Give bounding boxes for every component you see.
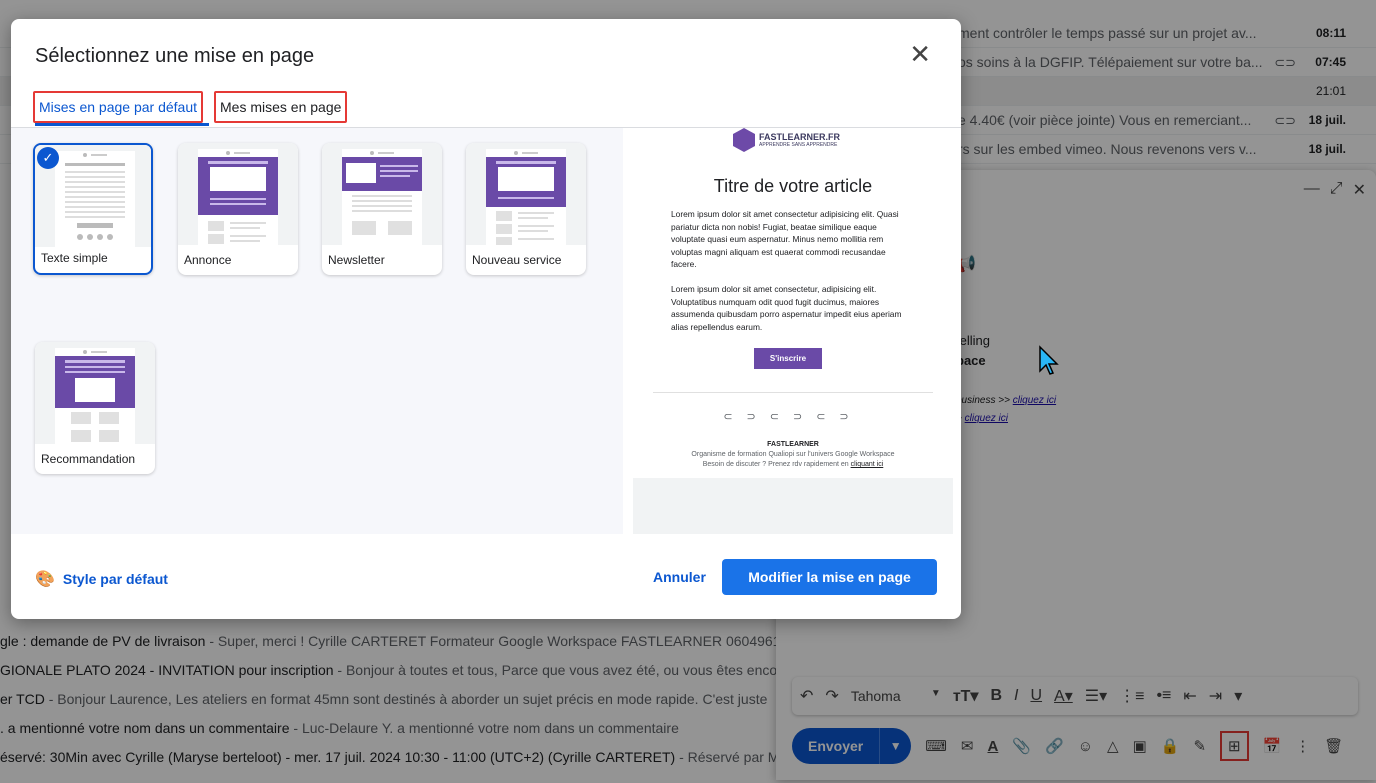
brand-line-1: FASTLEARNER.FR (759, 132, 840, 142)
link-icon: ⊂⊃ (723, 411, 770, 423)
cancel-button[interactable]: Annuler (653, 569, 706, 585)
preview-title: Titre de votre article (713, 176, 873, 196)
default-style-label: Style par défaut (62, 571, 168, 587)
brand-logo-icon (733, 128, 755, 152)
default-style-button[interactable]: 🎨 Style par défaut (35, 569, 168, 589)
footer-line-2: Besoin de discuter ? Prenez rdv rapideme… (702, 461, 851, 468)
layout-thumbnail (466, 143, 586, 245)
layout-thumbnail (178, 143, 298, 245)
preview-paragraph: Lorem ipsum dolor sit amet consectetur a… (671, 209, 899, 270)
layout-label: Annonce (184, 253, 232, 267)
link-icon: ⊂⊃ (769, 411, 817, 423)
mouse-cursor-icon (1039, 345, 1059, 375)
preview-cta-button: S'inscrire (754, 348, 822, 369)
layout-preview: FASTLEARNER.FR APPRENDRE SANS APPRENDRE … (633, 128, 953, 534)
preview-social-links: ⊂⊃⊂⊃⊂⊃ (633, 410, 953, 423)
layout-label: Texte simple (41, 251, 108, 265)
tab-default-layouts[interactable]: Mises en page par défaut (33, 91, 203, 123)
preview-footer: FASTLEARNER Organisme de formation Quali… (633, 440, 953, 470)
layout-label: Newsletter (328, 253, 385, 267)
brand-text: FASTLEARNER.FR APPRENDRE SANS APPRENDRE (759, 132, 840, 148)
layout-card-recommandation[interactable]: Recommandation (35, 342, 155, 474)
footer-line-1: Organisme de formation Qualiopi sur l'un… (691, 451, 895, 458)
footer-name: FASTLEARNER (767, 441, 819, 448)
palette-icon: 🎨 (35, 571, 55, 588)
layout-label: Nouveau service (472, 253, 562, 267)
footer-link: cliquant ici (850, 461, 884, 468)
active-tab-indicator (35, 123, 209, 126)
layout-thumbnail (35, 342, 155, 444)
preview-divider (653, 392, 933, 393)
layout-card-texte-simple[interactable]: ✓ Texte simple (33, 143, 153, 275)
preview-brand: FASTLEARNER.FR APPRENDRE SANS APPRENDRE (733, 128, 840, 152)
preview-document: FASTLEARNER.FR APPRENDRE SANS APPRENDRE … (633, 128, 953, 478)
layout-card-newsletter[interactable]: Newsletter (322, 143, 442, 275)
preview-paragraph: Lorem ipsum dolor sit amet consectetur, … (671, 284, 902, 332)
dialog-title: Sélectionnez une mise en page (35, 45, 315, 67)
modify-layout-button[interactable]: Modifier la mise en page (722, 559, 937, 595)
close-icon[interactable]: ✕ (909, 41, 931, 67)
layout-grid: ✓ Texte simple Annonce Newsletter Nouvea… (11, 128, 623, 534)
link-icon: ⊂⊃ (816, 411, 863, 423)
selected-check-icon: ✓ (37, 147, 59, 169)
layout-card-nouveau-service[interactable]: Nouveau service (466, 143, 586, 275)
brand-line-2: APPRENDRE SANS APPRENDRE (759, 142, 838, 148)
layout-dialog: Sélectionnez une mise en page ✕ Mises en… (11, 19, 961, 619)
layout-label: Recommandation (41, 452, 136, 466)
layout-thumbnail (322, 143, 442, 245)
tab-my-layouts[interactable]: Mes mises en page (214, 91, 348, 123)
layout-card-annonce[interactable]: Annonce (178, 143, 298, 275)
